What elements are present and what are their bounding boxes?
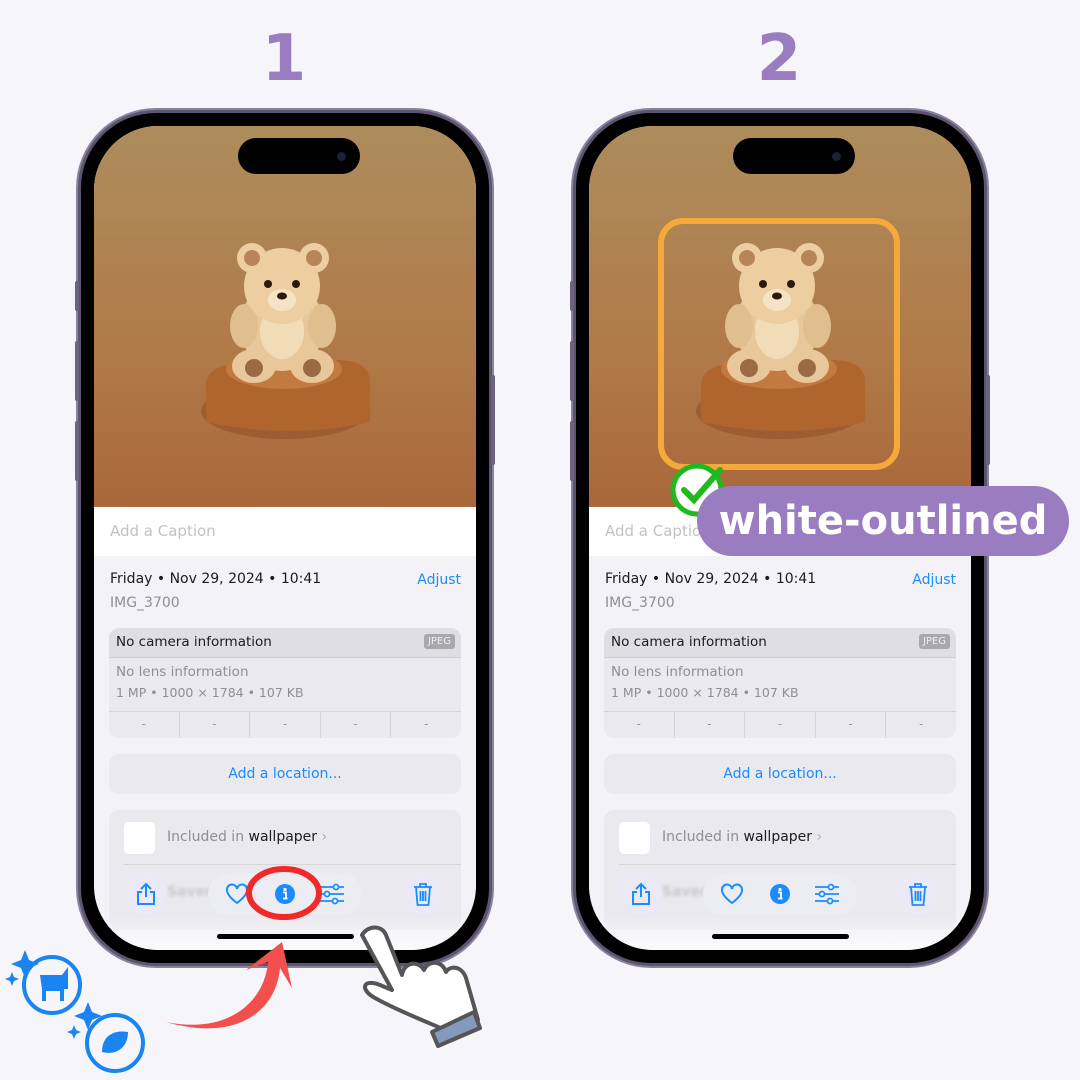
annotation-label: white-outlined (718, 498, 1048, 544)
subject-highlight-box (658, 218, 900, 470)
dynamic-island (733, 138, 855, 174)
tap-highlight-ring (246, 866, 322, 920)
pointing-hand-icon (360, 925, 482, 1048)
dynamic-island (238, 138, 360, 174)
brand-logo (5, 950, 145, 1073)
curved-arrow (166, 942, 292, 1029)
